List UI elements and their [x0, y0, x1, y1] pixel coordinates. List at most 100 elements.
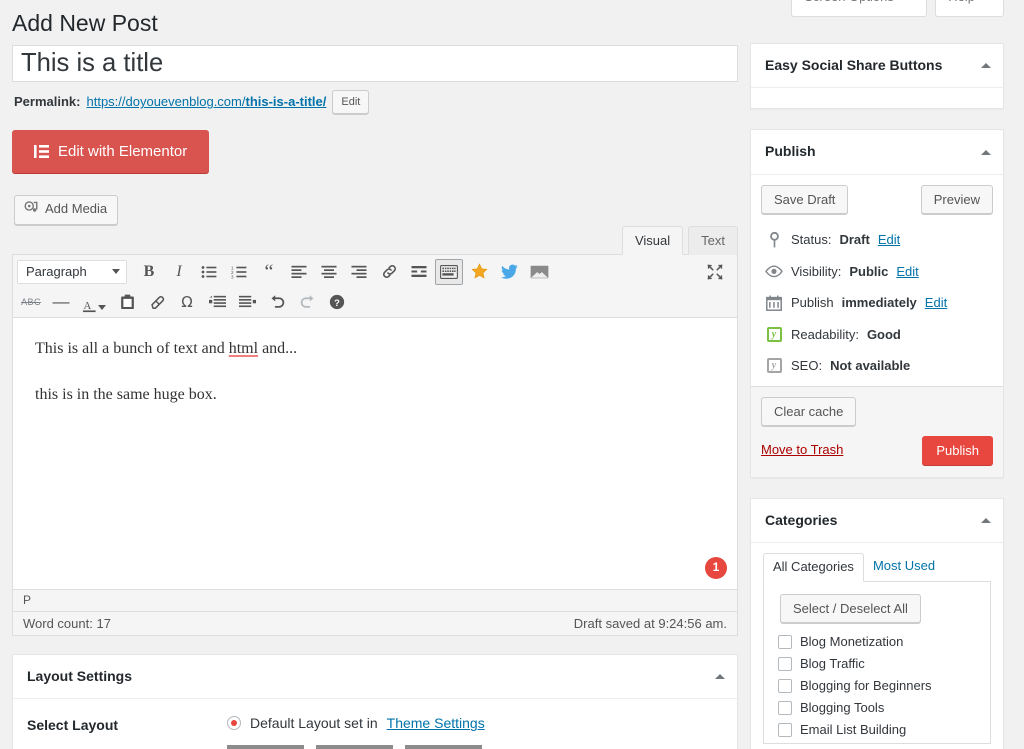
insert-link-icon[interactable] [375, 259, 403, 285]
star-icon[interactable] [465, 259, 493, 285]
bulleted-list-icon[interactable] [195, 259, 223, 285]
screen-options-tab[interactable]: Screen Options [791, 0, 928, 17]
layout-thumb[interactable] [316, 745, 393, 749]
category-item[interactable]: Blogging for Beginners [774, 675, 980, 697]
layout-settings-header[interactable]: Layout Settings [13, 655, 737, 700]
layout-thumb[interactable] [227, 745, 304, 749]
text-color-icon[interactable]: A [77, 289, 111, 315]
layout-options: Default Layout set in Theme Settings [227, 715, 723, 749]
screen-options-label: Screen Options [804, 0, 894, 4]
chevron-up-icon[interactable] [981, 517, 991, 523]
theme-settings-link[interactable]: Theme Settings [387, 715, 485, 731]
edit-with-elementor-button[interactable]: Edit with Elementor [12, 129, 210, 173]
publish-body: Save Draft Preview Status: Draft Edit Vi… [751, 175, 1003, 477]
toolbar-toggle-icon[interactable] [435, 258, 463, 285]
bold-icon[interactable]: B [135, 259, 163, 285]
seo-value: Not available [830, 358, 911, 374]
blockquote-icon[interactable]: “ [255, 259, 283, 285]
tab-all-categories[interactable]: All Categories [763, 553, 864, 583]
redo-icon[interactable] [293, 289, 321, 315]
preview-button[interactable]: Preview [920, 185, 993, 215]
media-buttons: Add Media [14, 194, 738, 225]
tab-text[interactable]: Text [688, 225, 738, 255]
misspelled-word: html [228, 339, 259, 357]
category-item[interactable]: Blog Monetization [774, 631, 980, 653]
category-checkbox[interactable] [778, 722, 792, 737]
elementor-switch-mode: Edit with Elementor [12, 129, 738, 173]
category-item[interactable]: Email List Building [774, 719, 980, 741]
category-checkbox[interactable] [778, 700, 792, 715]
paragraph-format-select[interactable]: Paragraph [17, 259, 127, 284]
category-checkbox[interactable] [778, 656, 792, 671]
elementor-button-label: Edit with Elementor [58, 142, 188, 160]
help-tab[interactable]: Help [935, 0, 1004, 17]
publish-button[interactable]: Publish [922, 435, 993, 465]
edit-schedule-link[interactable]: Edit [925, 293, 947, 313]
tab-most-used[interactable]: Most Used [864, 553, 944, 582]
edit-permalink-button[interactable]: Edit [332, 89, 370, 114]
major-publishing-actions: Clear cache Move to Trash Publish [751, 385, 1003, 477]
email-icon[interactable] [525, 259, 553, 285]
move-to-trash-link[interactable]: Move to Trash [761, 442, 843, 457]
clear-cache-button[interactable]: Clear cache [761, 396, 857, 426]
publish-metabox: Publish Save Draft Preview Status: Draft… [750, 129, 1004, 478]
help-label: Help [948, 0, 975, 4]
publish-header[interactable]: Publish [751, 130, 1003, 176]
chevron-up-icon[interactable] [981, 63, 991, 69]
italic-icon[interactable]: I [165, 259, 193, 285]
select-layout-row: Select Layout Default Layout set in Them… [27, 715, 723, 749]
strikethrough-icon[interactable]: ABC [17, 289, 45, 315]
category-item[interactable]: Entrepreneurship [774, 741, 980, 743]
permalink-label: Permalink: [14, 94, 81, 110]
social-share-title: Easy Social Share Buttons [765, 56, 943, 73]
add-media-button[interactable]: Add Media [14, 194, 119, 225]
editor-toolbar-row-1: Paragraph B I 1 2 3 “ [13, 257, 737, 287]
keyboard-shortcuts-icon[interactable]: ? [323, 289, 351, 315]
align-right-icon[interactable] [345, 259, 373, 285]
indent-icon[interactable] [233, 289, 261, 315]
status-value: Draft [839, 232, 870, 248]
category-item[interactable]: Blogging Tools [774, 697, 980, 719]
save-draft-button[interactable]: Save Draft [761, 185, 849, 215]
category-checkbox[interactable] [778, 678, 792, 693]
align-center-icon[interactable] [315, 259, 343, 285]
special-character-icon[interactable]: Ω [173, 289, 201, 315]
radio-selected-icon[interactable] [227, 716, 241, 731]
default-layout-radio-row[interactable]: Default Layout set in Theme Settings [227, 715, 723, 731]
numbered-list-icon[interactable]: 1 2 3 [225, 259, 253, 285]
layout-thumb[interactable] [405, 745, 482, 749]
paste-as-text-icon[interactable] [113, 289, 141, 315]
category-label: Blog Monetization [800, 634, 904, 650]
edit-visibility-link[interactable]: Edit [896, 262, 918, 282]
social-share-header[interactable]: Easy Social Share Buttons [751, 44, 1003, 89]
twitter-icon[interactable] [495, 259, 523, 285]
category-checklist-holder[interactable]: Select / Deselect All Blog Monetization … [763, 581, 991, 745]
horizontal-rule-icon[interactable]: — [47, 289, 75, 315]
chevron-up-icon[interactable] [715, 674, 725, 680]
category-item[interactable]: Blog Traffic [774, 653, 980, 675]
chevron-up-icon[interactable] [981, 149, 991, 155]
categories-metabox: Categories All Categories Most Used Sele… [750, 497, 1004, 749]
default-layout-label: Default Layout set in [250, 715, 378, 732]
tab-visual[interactable]: Visual [621, 225, 684, 255]
post-title-input[interactable]: This is a title [12, 44, 738, 82]
select-deselect-all-button[interactable]: Select / Deselect All [780, 594, 921, 624]
read-more-icon[interactable] [405, 259, 433, 285]
publishing-row: Move to Trash Publish [761, 435, 993, 465]
categories-header[interactable]: Categories [751, 499, 1003, 544]
distraction-free-icon[interactable] [701, 259, 729, 285]
edit-status-link[interactable]: Edit [878, 230, 900, 250]
align-left-icon[interactable] [285, 259, 313, 285]
editor-content-area[interactable]: This is all a bunch of text and html and… [13, 317, 737, 589]
screen-meta-links: Screen Options Help [791, 0, 1004, 17]
undo-icon[interactable] [263, 289, 291, 315]
readability-row: y Readability: Good [761, 319, 993, 351]
outdent-icon[interactable] [203, 289, 231, 315]
clear-formatting-icon[interactable] [143, 289, 171, 315]
minor-publishing-actions: Save Draft Preview [761, 185, 993, 224]
category-checkbox[interactable] [778, 634, 792, 649]
minor-publishing: Save Draft Preview Status: Draft Edit Vi… [751, 175, 1003, 386]
permalink-link[interactable]: https://doyouevenblog.com/this-is-a-titl… [86, 94, 326, 109]
post-status-info: Word count: 17 Draft saved at 9:24:56 am… [13, 610, 737, 635]
status-badge[interactable]: 1 [705, 556, 727, 579]
